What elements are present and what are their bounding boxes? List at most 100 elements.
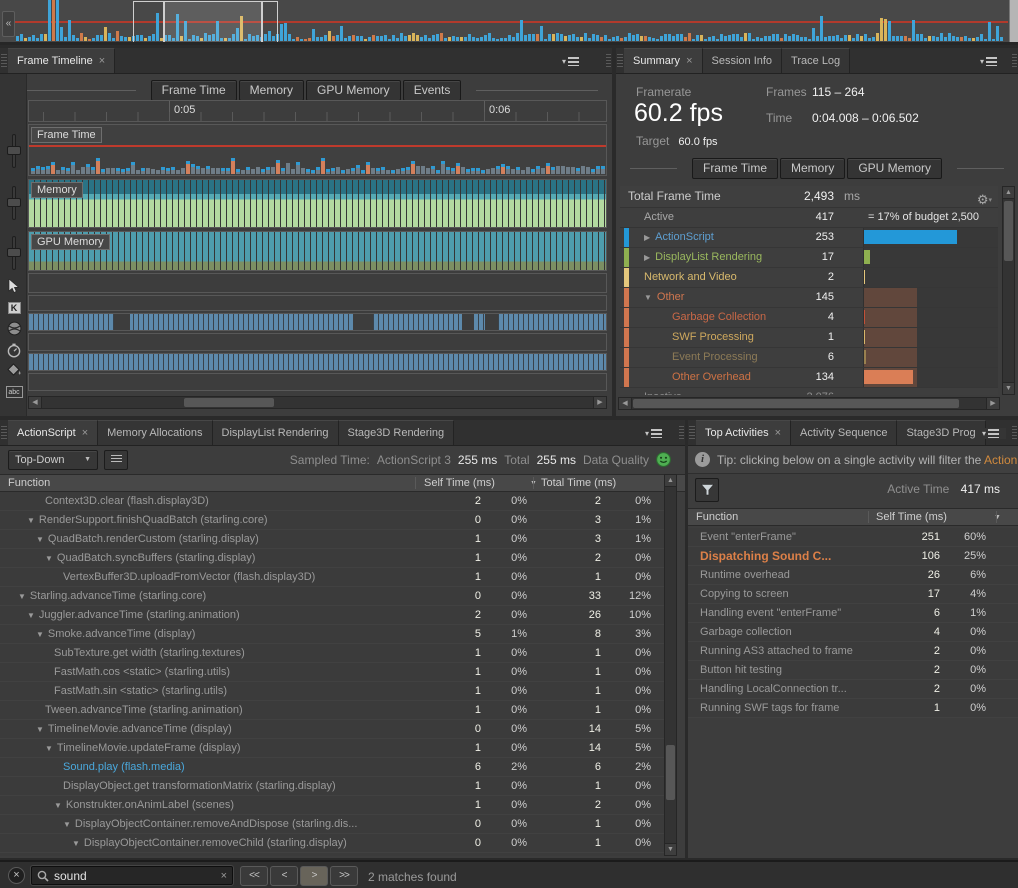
expand-arrow-icon[interactable]: ▶: [644, 253, 650, 262]
summary-button-memory[interactable]: Memory: [780, 157, 846, 179]
expand-arrow-icon[interactable]: ▼: [644, 293, 652, 302]
activity-row[interactable]: Dispatching Sound C... 106 25%: [688, 547, 1018, 566]
column-self-time[interactable]: Self Time (ms): [876, 509, 947, 526]
frame-time-track[interactable]: Frame Time: [28, 124, 607, 176]
expand-arrow-icon[interactable]: ▼: [36, 725, 44, 734]
gpu-memory-track[interactable]: GPU Memory: [28, 231, 607, 271]
scroll-down-arrow[interactable]: ▼: [1003, 382, 1014, 394]
function-row[interactable]: FastMath.cos <static> (starling.utils) 1 0…: [0, 663, 664, 682]
view-button-frame-time[interactable]: Frame Time: [150, 79, 237, 101]
function-row[interactable]: ▼ TimelineMovie.updateFrame (display) 1 0% 1…: [0, 739, 664, 758]
expand-arrow-icon[interactable]: ▼: [54, 801, 62, 810]
tab-session-info[interactable]: Session Info: [702, 48, 783, 73]
expand-arrow-icon[interactable]: ▼: [36, 535, 44, 544]
column-function[interactable]: Function: [8, 475, 50, 492]
category-row[interactable]: ▼ Other 145: [620, 288, 998, 308]
panel-gripper[interactable]: [617, 54, 623, 67]
scroll-right-arrow[interactable]: ▶: [593, 397, 606, 408]
next-match-button[interactable]: >: [300, 866, 328, 886]
category-row[interactable]: Event Processing 6: [620, 348, 998, 368]
view-button-memory[interactable]: Memory: [238, 79, 304, 101]
view-button-events[interactable]: Events: [402, 79, 462, 101]
view-button-gpu-memory[interactable]: GPU Memory: [306, 79, 401, 101]
search-input[interactable]: [54, 868, 216, 883]
filter-button[interactable]: [695, 478, 719, 502]
active-row[interactable]: Active 417 = 17% of budget 2,500: [620, 208, 998, 228]
memory-track[interactable]: Memory: [28, 179, 607, 228]
function-row[interactable]: FastMath.sin <static> (starling.utils) 1 0…: [0, 682, 664, 701]
first-match-button[interactable]: <<: [240, 866, 268, 886]
search-box[interactable]: ×: [31, 866, 233, 885]
summary-horizontal-scrollbar[interactable]: ◀ ▶: [618, 397, 1000, 410]
events-track-empty[interactable]: [28, 333, 607, 351]
expand-arrow-icon[interactable]: ▼: [45, 744, 53, 753]
minimap-right-scrollbar[interactable]: [1009, 0, 1018, 42]
function-row[interactable]: ▼ Juggler.advanceTime (starling.animation…: [0, 606, 664, 625]
scrollbar-thumb[interactable]: [633, 399, 959, 408]
panel-gripper[interactable]: [679, 426, 684, 439]
tab-trace-log[interactable]: Trace Log: [782, 48, 851, 73]
time-ruler[interactable]: 0:05 0:06: [28, 100, 607, 122]
expand-arrow-icon[interactable]: ▼: [63, 820, 71, 829]
tab-activity-sequence[interactable]: Activity Sequence: [791, 420, 898, 445]
slider-knob[interactable]: [7, 146, 21, 155]
activity-row[interactable]: Running AS3 attached to frame 2 0%: [688, 642, 1018, 661]
session-minimap[interactable]: «: [0, 0, 1018, 45]
mode-dropdown[interactable]: Top-Down ▼: [8, 449, 98, 470]
function-row[interactable]: ▼ QuadBatch.syncBuffers (starling.display…: [0, 549, 664, 568]
expand-arrow-icon[interactable]: ▼: [27, 611, 35, 620]
slider-knob[interactable]: [7, 198, 21, 207]
events-track-empty[interactable]: [28, 273, 607, 293]
function-row[interactable]: SubTexture.get width (starling.textures)…: [0, 644, 664, 663]
summary-button-gpu-memory[interactable]: GPU Memory: [847, 157, 943, 179]
actionscript-table-header[interactable]: Function Self Time (ms) ▼ Total Time (ms…: [0, 474, 685, 492]
search-close-button[interactable]: ×: [8, 867, 25, 884]
category-row[interactable]: Other Overhead 134: [620, 368, 998, 388]
expand-arrow-icon[interactable]: ▼: [27, 516, 35, 525]
last-match-button[interactable]: >>: [330, 866, 358, 886]
activity-row[interactable]: Copying to screen 17 4%: [688, 585, 1018, 604]
panel-gripper[interactable]: [689, 426, 695, 439]
minimap-selection-right-handle[interactable]: [262, 1, 278, 42]
column-self-time[interactable]: Self Time (ms): [424, 475, 495, 492]
stopwatch-events-icon[interactable]: [5, 342, 23, 358]
activity-row[interactable]: Garbage collection 4 0%: [688, 623, 1018, 642]
function-row[interactable]: Sound.play (flash.media) 6 2% 6 2%: [0, 758, 664, 777]
tab-top-activities[interactable]: Top Activities ×: [696, 420, 792, 445]
function-row[interactable]: ▼ RenderSupport.finishQuadBatch (starling…: [0, 511, 664, 530]
clear-search-icon[interactable]: ×: [221, 870, 227, 882]
inactive-row[interactable]: ▶ Inactive 2,076: [620, 388, 998, 395]
total-frame-time-row[interactable]: Total Frame Time 2,493 ms ⚙▾: [620, 186, 998, 208]
scrollbar-thumb[interactable]: [184, 398, 274, 407]
scrollbar-thumb[interactable]: [666, 745, 675, 800]
scroll-right-arrow[interactable]: ▶: [986, 398, 999, 409]
activity-row[interactable]: Button hit testing 2 0%: [688, 661, 1018, 680]
previous-match-button[interactable]: <: [270, 866, 298, 886]
function-row[interactable]: ▼ TimelineMovie.advanceTime (display) 0 0% 1…: [0, 720, 664, 739]
expand-arrow-icon[interactable]: ▼: [36, 630, 44, 639]
tip-actionscript-link[interactable]: ActionScript: [984, 453, 1018, 467]
function-row[interactable]: ▼ DisplayObjectContainer.removeAndDispose…: [0, 815, 664, 834]
expand-arrow-icon[interactable]: ▼: [72, 839, 80, 848]
minimap-selection-range[interactable]: [164, 1, 262, 42]
tab-displaylist-rendering[interactable]: DisplayList Rendering: [212, 420, 339, 445]
expand-arrow-icon[interactable]: ▶: [630, 388, 636, 395]
category-row[interactable]: ▶ ActionScript 253: [620, 228, 998, 248]
function-row[interactable]: ▼ DisplayObjectContainer.removeChild (sta…: [0, 834, 664, 853]
panel-gripper[interactable]: [606, 54, 611, 67]
expand-arrow-icon[interactable]: ▶: [644, 233, 650, 242]
scroll-left-arrow[interactable]: ◀: [619, 398, 632, 409]
category-row[interactable]: Garbage Collection 4: [620, 308, 998, 328]
panel-gripper[interactable]: [1012, 54, 1017, 67]
tab-close-icon[interactable]: ×: [99, 56, 105, 67]
frame-time-zoom-slider[interactable]: [7, 134, 21, 168]
flatten-view-button[interactable]: [104, 449, 128, 470]
panel-menu-icon[interactable]: ▾: [980, 56, 1004, 67]
tab-stage3d-rendering[interactable]: Stage3D Rendering: [338, 420, 455, 445]
function-row[interactable]: ▼ Konstrukter.onAnimLabel (scenes) 1 0% 2 0%: [0, 796, 664, 815]
tab-frame-timeline[interactable]: Frame Timeline ×: [8, 48, 116, 73]
expand-arrow-icon[interactable]: ▼: [45, 554, 53, 563]
minimap-collapse-button[interactable]: «: [2, 11, 15, 37]
tab-memory-allocations[interactable]: Memory Allocations: [98, 420, 213, 445]
tab-stage3d-programs[interactable]: Stage3D Prog: [897, 420, 986, 445]
